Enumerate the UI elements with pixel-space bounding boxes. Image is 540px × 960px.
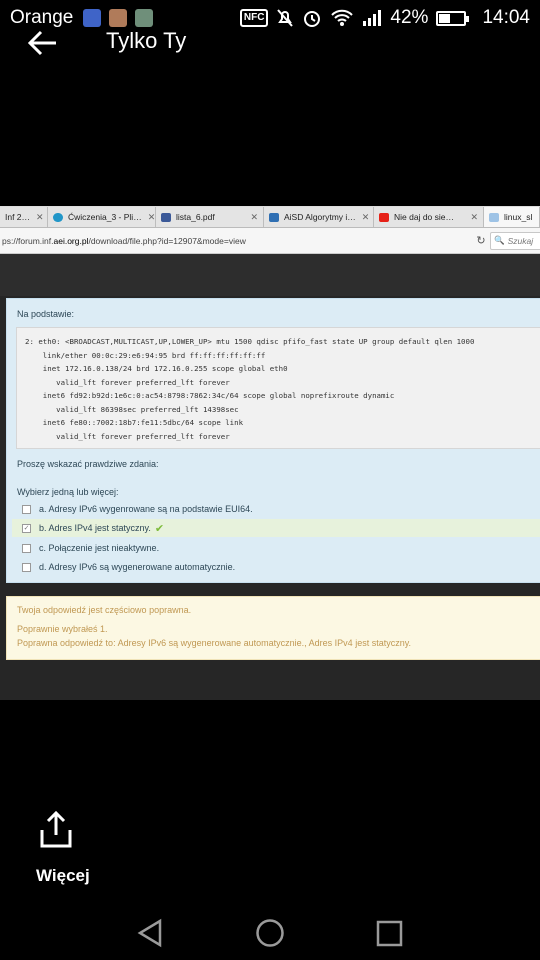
page-dark-band <box>0 254 540 297</box>
messenger-icon <box>83 9 102 27</box>
option-label: d. Adresy IPv6 są wygenerowane automatyc… <box>39 562 236 572</box>
more-button[interactable]: Więcej <box>36 866 90 886</box>
close-icon[interactable]: ✕ <box>244 212 258 223</box>
favicon-icon <box>269 212 279 222</box>
nav-back-icon[interactable] <box>136 918 164 948</box>
browser-tab[interactable]: Ćwiczenia_3 - Pli… ✕ <box>48 207 156 227</box>
answer-option-selected[interactable]: ✓ b. Adres IPv4 jest statyczny. ✔ <box>12 519 540 537</box>
url-suffix: /download/file.php?id=12907&mode=view <box>88 235 246 246</box>
search-icon: 🔍 <box>494 235 505 245</box>
checkbox[interactable] <box>22 562 31 572</box>
feedback-status: Twoja odpowiedź jest częściowo poprawna. <box>17 605 192 615</box>
code-block: 2: eth0: <BROADCAST,MULTICAST,UP,LOWER_U… <box>16 327 540 449</box>
tab-label: linux_sl <box>504 212 533 222</box>
url-domain: aei.org.pl <box>53 235 89 246</box>
url-text[interactable]: ps://forum.inf.aei.org.pl/download/file.… <box>0 236 472 246</box>
mute-icon <box>277 9 294 27</box>
carrier-name: Orange <box>10 7 74 28</box>
clock: 14:04 <box>482 7 530 28</box>
feedback-count: Poprawnie wybrałeś 1. <box>17 624 108 634</box>
option-label: a. Adresy IPv6 wygenrowane są na podstaw… <box>39 504 253 514</box>
close-icon[interactable]: ✕ <box>30 212 44 223</box>
status-bar: Orange NFC 42% 14:04 <box>0 0 540 36</box>
answer-option[interactable]: a. Adresy IPv6 wygenrowane są na podstaw… <box>12 500 540 518</box>
favicon-icon <box>161 212 171 222</box>
url-prefix: ps://forum.inf. <box>2 235 54 246</box>
nav-home-icon[interactable] <box>255 918 285 948</box>
battery-percent: 42% <box>390 7 429 28</box>
nav-recent-apps-icon[interactable] <box>376 920 403 947</box>
close-icon[interactable]: ✕ <box>464 212 478 223</box>
avatar-icon <box>109 9 128 27</box>
favicon-icon <box>53 212 63 222</box>
tab-label: Nie daj do sie… <box>394 212 455 222</box>
back-arrow-icon[interactable] <box>28 30 58 56</box>
alarm-icon <box>304 11 321 27</box>
browser-tab-active[interactable]: linux_sl <box>484 207 540 227</box>
question-intro: Na podstawie: <box>17 309 75 319</box>
question-box: Na podstawie: 2: eth0: <BROADCAST,MULTIC… <box>6 298 540 583</box>
answer-option[interactable]: d. Adresy IPv6 są wygenerowane automatyc… <box>12 558 540 576</box>
feedback-correct-answer: Poprawna odpowiedź to: Adresy IPv6 są wy… <box>17 638 412 648</box>
checkbox[interactable] <box>22 504 31 514</box>
option-label: c. Połączenie jest nieaktywne. <box>39 543 160 553</box>
address-bar[interactable]: ps://forum.inf.aei.org.pl/download/file.… <box>0 228 540 254</box>
signal-icon <box>363 10 382 26</box>
feedback-box: Twoja odpowiedź jest częściowo poprawna.… <box>6 596 540 660</box>
quiz-page: Na podstawie: 2: eth0: <BROADCAST,MULTIC… <box>0 296 540 700</box>
favicon-icon <box>379 212 389 222</box>
answer-option[interactable]: c. Połączenie jest nieaktywne. <box>12 539 540 557</box>
gallery-icon <box>135 9 154 27</box>
share-icon[interactable] <box>38 810 74 850</box>
option-label: b. Adres IPv4 jest statyczny. <box>39 523 151 533</box>
correct-check-icon: ✔ <box>154 522 165 535</box>
reload-icon[interactable]: ↻ <box>472 234 490 247</box>
browser-tab[interactable]: Nie daj do sie… ✕ <box>374 207 484 227</box>
choose-hint: Wybierz jedną lub więcej: <box>17 487 119 497</box>
browser-tab[interactable]: AiSD Algorytmy i… ✕ <box>264 207 374 227</box>
checkbox[interactable] <box>22 543 31 553</box>
close-icon[interactable]: ✕ <box>356 212 370 223</box>
search-placeholder: Szukaj <box>507 235 534 246</box>
tab-label: Inf 2… <box>5 212 31 222</box>
battery-icon <box>436 10 470 26</box>
browser-tab[interactable]: Inf 2… ✕ <box>0 207 48 227</box>
browser-tab-strip: Inf 2… ✕ Ćwiczenia_3 - Pli… ✕ lista_6.pdf ✕… <box>0 206 540 228</box>
browser-tab[interactable]: lista_6.pdf ✕ <box>156 207 264 227</box>
checkbox-checked[interactable]: ✓ <box>22 523 31 533</box>
nfc-icon: NFC <box>239 9 269 27</box>
tab-label: Ćwiczenia_3 - Pli… <box>68 212 142 222</box>
tab-label: AiSD Algorytmy i… <box>284 212 356 222</box>
question-prompt: Proszę wskazać prawdziwe zdania: <box>17 459 159 469</box>
favicon-icon <box>489 212 499 222</box>
shared-image[interactable]: Inf 2… ✕ Ćwiczenia_3 - Pli… ✕ lista_6.pdf ✕… <box>0 206 540 700</box>
browser-search-box[interactable]: 🔍 Szukaj <box>490 231 540 250</box>
wifi-icon <box>331 9 354 26</box>
conversation-title: Tylko Ty <box>106 28 187 53</box>
tab-label: lista_6.pdf <box>176 212 215 222</box>
close-icon[interactable]: ✕ <box>142 212 155 223</box>
